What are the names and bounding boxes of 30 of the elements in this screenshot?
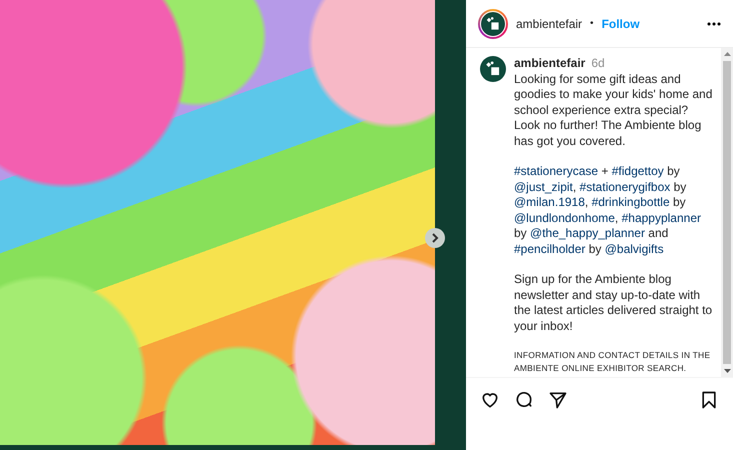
hashtag-link[interactable]: #stationerygifbox [580,180,670,194]
hashtag-link[interactable]: #fidgettoy [612,164,664,178]
heart-icon[interactable] [480,390,500,410]
mention-link[interactable]: @lundlondonhome [514,210,615,224]
username[interactable]: ambientefair [516,16,582,30]
mention-link[interactable]: @balvigifts [604,242,664,256]
caption-text: Looking for some gift ideas and goodies to make your kids' home and school experience extra special? Look no further! The Ambiente blog has got you covered. [514,72,714,149]
more-options-icon[interactable] [707,22,721,26]
caption-text: #stationerycase + #fidgettoy by @just_zipit, #stationerygifbox by @milan.1918, #drinkingbottle by @lundlondonhome, #happyplanner by @the_happy_planner and #pencilholder by @balvigifts [514,164,702,257]
hashtag-link[interactable]: #happyplanner [622,210,701,224]
scroll-down-icon[interactable] [724,369,730,373]
hashtag-link[interactable]: #stationerycase [514,164,598,178]
hashtag-link[interactable]: #drinkingbottle [592,195,670,209]
scrollbar[interactable] [721,48,733,377]
chevron-right-icon [431,233,439,243]
mention-link[interactable]: @just_zipit [514,180,573,194]
send-icon[interactable] [548,390,568,410]
brand-logo-icon [480,10,506,36]
post-time: 6d [591,56,605,72]
caption-text: Sign up for the Ambiente blog newsletter and stay up-to-date with the latest articles delivered straight to your inbox! [514,272,714,334]
scroll-up-icon[interactable] [724,52,730,56]
next-button[interactable] [425,228,445,248]
caption-text: INFORMATION AND CONTACT DETAILS IN THE AMBIENTE ONLINE EXHIBITOR SEARCH. [514,349,712,375]
separator-dot: • [590,18,594,29]
hashtag-link[interactable]: #pencilholder [514,242,586,256]
mention-link[interactable]: @the_happy_planner [530,226,645,240]
brand-logo-icon [480,56,506,82]
mention-link[interactable]: @milan.1918 [514,195,585,209]
caption-username[interactable]: ambientefair [514,56,586,72]
comment-icon[interactable] [514,390,534,410]
